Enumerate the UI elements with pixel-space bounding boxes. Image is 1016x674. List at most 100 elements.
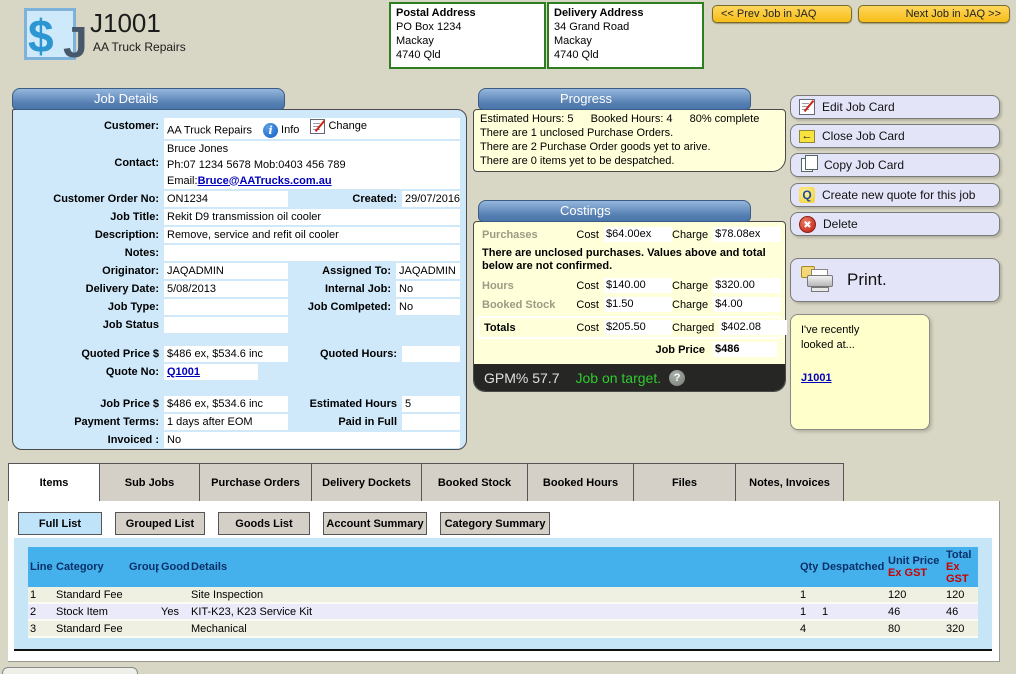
- customer-field: AA Truck Repairs i Info Change: [164, 118, 460, 139]
- invoiced-label: Invoiced :: [13, 432, 164, 448]
- notes-field: [164, 245, 460, 261]
- subtab-grouped-list[interactable]: Grouped List: [115, 512, 205, 535]
- cell-despatched: [820, 587, 886, 602]
- gpm-bar: GPM% 57.7 Job on target. ?: [474, 364, 785, 391]
- progress-estimated-hours: Estimated Hours: 5: [480, 113, 574, 125]
- printer-icon: [801, 266, 835, 294]
- create-quote-button[interactable]: Q Create new quote for this job: [790, 183, 1000, 207]
- progress-percent-complete: 80% complete: [690, 113, 760, 125]
- cell-qty: 1: [798, 604, 820, 619]
- quoted-price-field: $486 ex, $534.6 inc: [164, 346, 288, 362]
- info-label[interactable]: Info: [281, 122, 299, 138]
- description-field: Remove, service and refit oil cooler: [164, 227, 460, 243]
- cell-unit-price: 80: [886, 621, 944, 636]
- cell-line: 2: [28, 604, 54, 619]
- prev-job-button[interactable]: << Prev Job in JAQ: [712, 5, 852, 23]
- col-header-total: Total Ex GST: [944, 549, 978, 585]
- change-pencil-icon[interactable]: [310, 119, 325, 134]
- edit-job-card-button[interactable]: Edit Job Card: [790, 95, 1000, 119]
- col-header-category: Category: [54, 561, 127, 573]
- contact-email-link[interactable]: Bruce@AATrucks.com.au: [198, 175, 332, 187]
- cell-category: Standard Fee: [54, 587, 127, 602]
- payment-terms-field: 1 days after EOM: [164, 414, 288, 430]
- costings-panel: Purchases Cost $64.00ex Charge $78.08ex …: [473, 221, 786, 392]
- progress-line: There are 0 items yet to be despatched.: [480, 154, 779, 168]
- job-price-field: $486 ex, $534.6 inc: [164, 396, 288, 412]
- change-label[interactable]: Change: [328, 118, 367, 134]
- recent-job-link[interactable]: J1001: [801, 372, 832, 384]
- purchases-row: Purchases Cost $64.00ex Charge $78.08ex: [474, 227, 785, 242]
- contact-email-prefix: Email:: [167, 175, 198, 187]
- next-job-button[interactable]: Next Job in JAQ >>: [858, 5, 1010, 23]
- purchases-cost-value: $64.00ex: [604, 227, 672, 242]
- originator-field: JAQADMIN: [164, 263, 288, 279]
- contact-name: Bruce Jones: [167, 143, 228, 155]
- created-label: Created:: [288, 191, 402, 207]
- totals-cost-value: $205.50: [604, 320, 672, 335]
- delete-button[interactable]: ✖ Delete: [790, 212, 1000, 236]
- subtab-goods-list[interactable]: Goods List: [218, 512, 310, 535]
- customer-order-no-field: ON1234: [164, 191, 288, 207]
- cell-unit-price: 46: [886, 604, 944, 619]
- total-ex-gst: Ex GST: [946, 561, 969, 585]
- print-button[interactable]: Print.: [790, 258, 1000, 302]
- created-field: 29/07/2016: [402, 191, 460, 207]
- assigned-to-label: Assigned To:: [288, 263, 396, 279]
- subtab-category-summary[interactable]: Category Summary: [440, 512, 550, 535]
- cell-qty: 4: [798, 621, 820, 636]
- cell-goods: [159, 587, 189, 602]
- spacer: [13, 382, 466, 396]
- job-status-row: Job Status: [13, 317, 460, 333]
- table-row[interactable]: 2 Stock Item Yes KIT-K23, K23 Service Ki…: [28, 604, 978, 621]
- tab-files[interactable]: Files: [634, 463, 736, 502]
- logo-dollar-icon: $: [28, 10, 54, 62]
- tab-booked-stock[interactable]: Booked Stock: [422, 463, 528, 502]
- col-header-despatched: Despatched: [820, 561, 886, 573]
- subtab-account-summary[interactable]: Account Summary: [323, 512, 427, 535]
- delivery-date-field: 5/08/2013: [164, 281, 288, 297]
- cell-despatched: 1: [820, 604, 886, 619]
- originator-label: Originator:: [13, 263, 164, 279]
- quote-no-link[interactable]: Q1001: [167, 366, 200, 378]
- booked-stock-cost-value: $1.50: [604, 297, 672, 312]
- subtab-full-list[interactable]: Full List: [18, 512, 102, 535]
- job-price-summary-value: $486: [713, 342, 777, 357]
- job-type-label: Job Type:: [13, 299, 164, 315]
- tab-booked-hours[interactable]: Booked Hours: [528, 463, 634, 502]
- tab-notes-invoices[interactable]: Notes, Invoices: [736, 463, 844, 502]
- postal-address-line: 4740 Qld: [396, 49, 441, 61]
- table-row[interactable]: 1 Standard Fee Site Inspection 1 120 120: [28, 587, 978, 604]
- sub-tab-bar: Full List Grouped List Goods List Accoun…: [18, 512, 550, 535]
- cell-details: KIT-K23, K23 Service Kit: [189, 604, 798, 619]
- charged-label: Charged: [672, 322, 719, 334]
- cell-line: 1: [28, 587, 54, 602]
- payment-terms-row: Payment Terms: 1 days after EOM Paid in …: [13, 414, 460, 430]
- cost-label: Cost: [568, 229, 604, 241]
- help-icon[interactable]: ?: [669, 370, 685, 386]
- tab-purchase-orders[interactable]: Purchase Orders: [200, 463, 312, 502]
- page-title-job-number: J1001: [90, 8, 161, 39]
- delivery-address-line: 4740 Qld: [554, 49, 599, 61]
- copy-job-card-button[interactable]: Copy Job Card: [790, 153, 1000, 177]
- progress-booked-hours: Booked Hours: 4: [591, 113, 673, 125]
- printer-tray-part: [811, 287, 829, 292]
- tab-sub-jobs[interactable]: Sub Jobs: [100, 463, 200, 502]
- table-row[interactable]: 3 Standard Fee Mechanical 4 80 320: [28, 621, 978, 638]
- copy-job-card-label: Copy Job Card: [824, 158, 904, 172]
- contact-field: Bruce Jones Ph:07 1234 5678 Mob:0403 456…: [164, 141, 460, 189]
- originator-row: Originator: JAQADMIN Assigned To: JAQADM…: [13, 263, 460, 279]
- tab-delivery-dockets[interactable]: Delivery Dockets: [312, 463, 422, 502]
- unit-price-ex-gst: Ex GST: [888, 567, 927, 579]
- col-header-line: Line: [28, 561, 54, 573]
- cell-total: 120: [944, 587, 978, 602]
- print-label: Print.: [847, 270, 887, 290]
- order-created-row: Customer Order No: ON1234 Created: 29/07…: [13, 191, 460, 207]
- customer-info-button[interactable]: i Info: [263, 122, 299, 138]
- tab-items[interactable]: Items: [8, 463, 100, 502]
- booked-stock-charge-value: $4.00: [713, 297, 781, 312]
- items-tab-content: Full List Grouped List Goods List Accoun…: [8, 501, 1000, 662]
- cell-category: Stock Item: [54, 604, 127, 619]
- customer-change-button[interactable]: Change: [310, 118, 367, 134]
- close-job-card-button[interactable]: ← Close Job Card: [790, 124, 1000, 148]
- info-icon[interactable]: i: [263, 123, 278, 138]
